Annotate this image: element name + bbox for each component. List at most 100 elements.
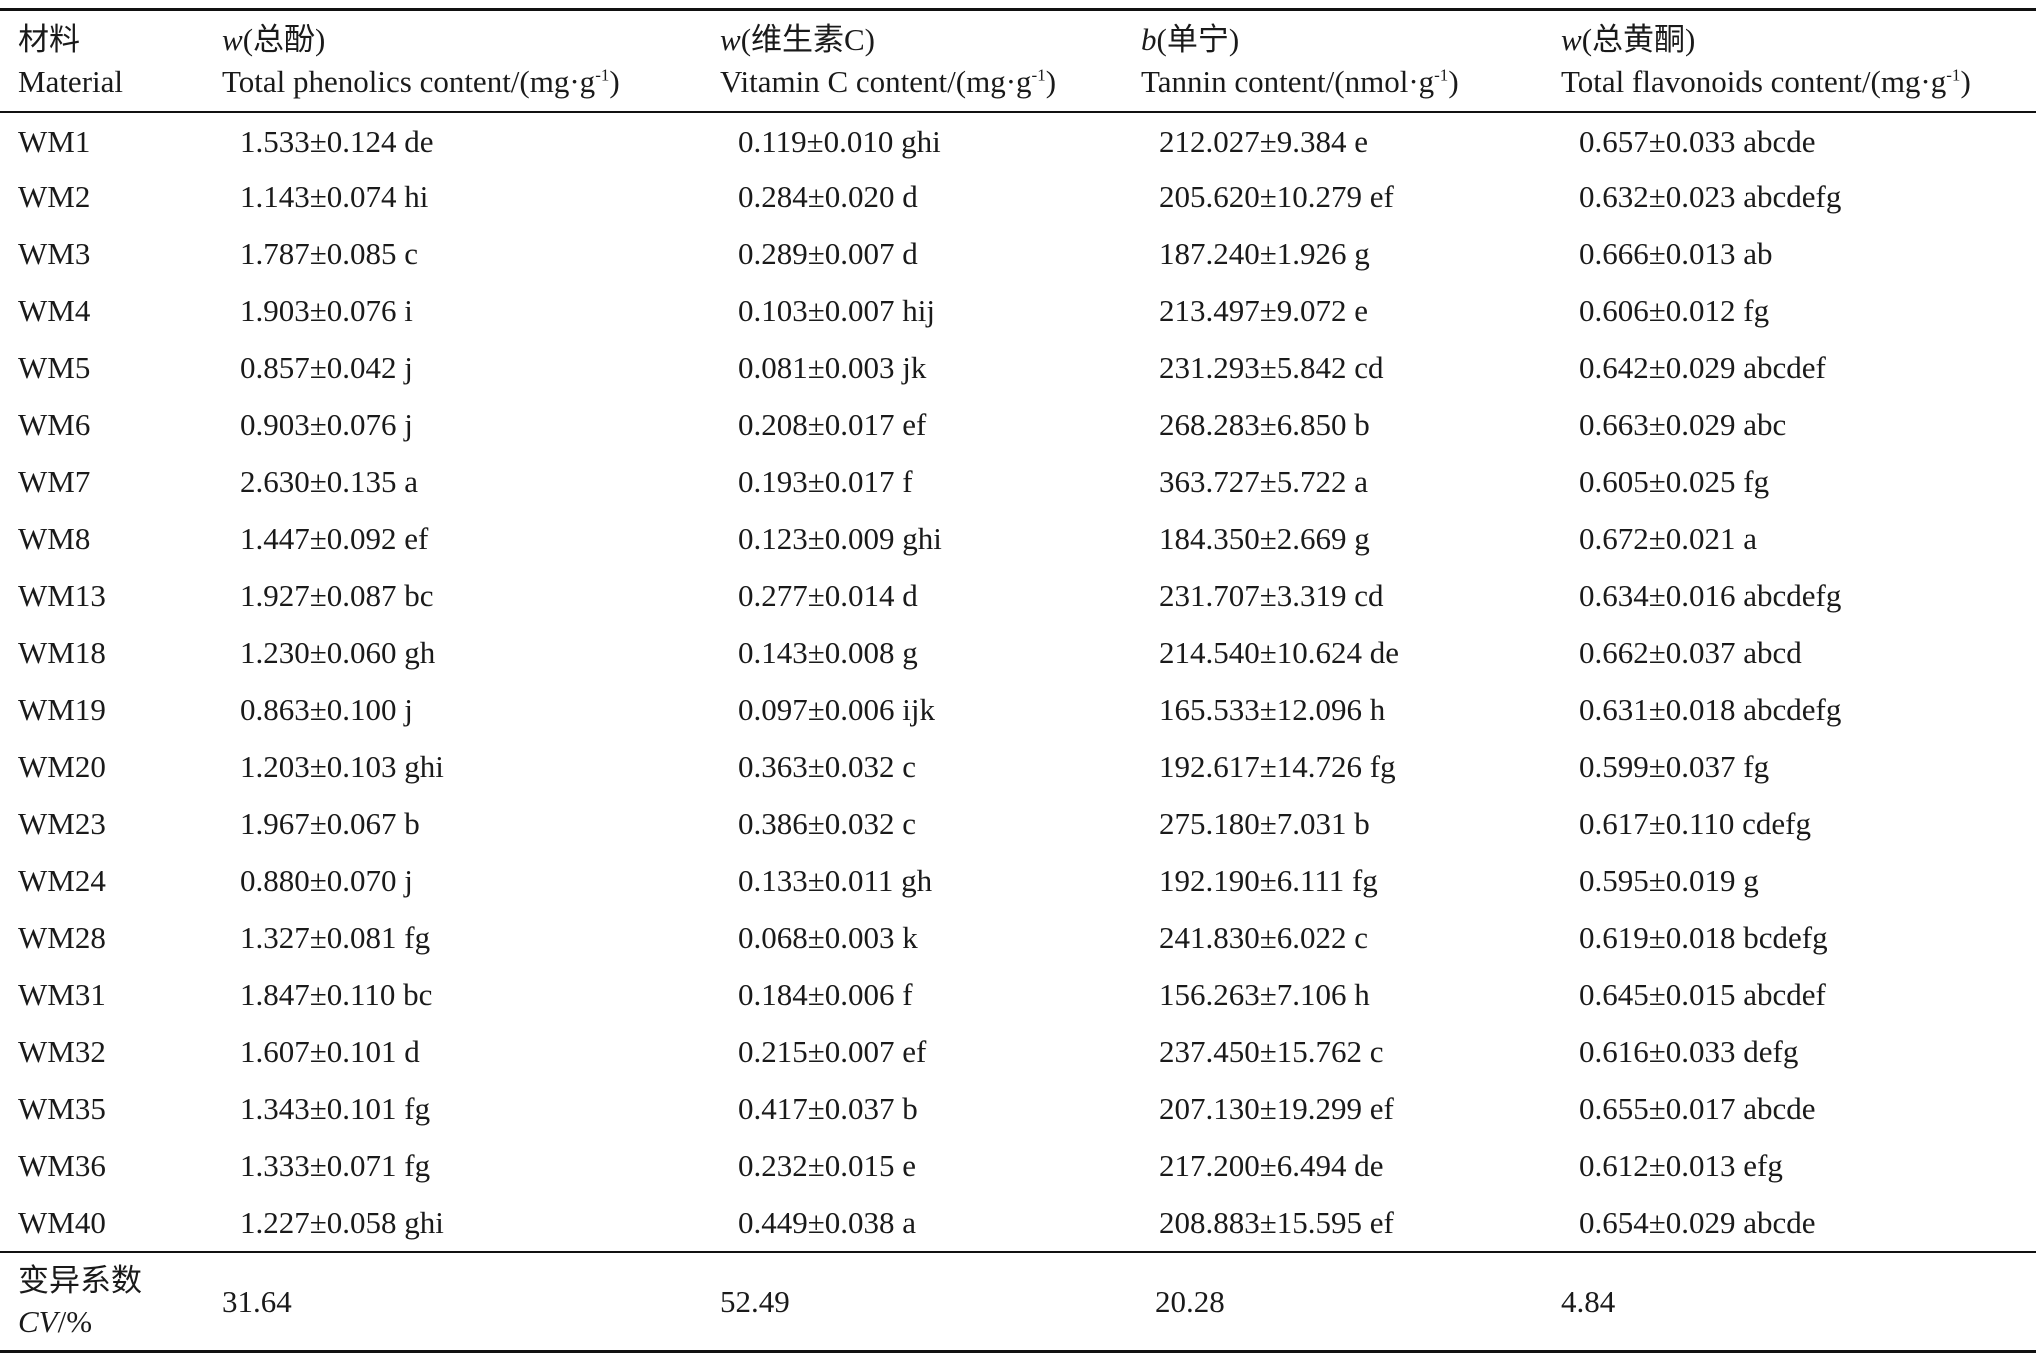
- cv-value-cell: 4.84: [1543, 1250, 2036, 1353]
- material-cell: WM7: [18, 464, 91, 500]
- material-cell: WM1: [18, 123, 91, 159]
- value-cell: 241.830±6.022 c: [1159, 920, 1369, 956]
- table-row: WM31 1.847±0.110 bc 0.184±0.006 f 156.263±7…: [0, 967, 2036, 1024]
- value-cell: 0.880±0.070 j: [240, 863, 413, 899]
- value-cell: 0.081±0.003 jk: [738, 350, 927, 386]
- value-cell: 217.200±6.494 de: [1159, 1148, 1384, 1184]
- material-cell: WM20: [18, 749, 106, 785]
- table-row: WM3 1.787±0.085 c 0.289±0.007 d 187.240±1.9…: [0, 226, 2036, 283]
- table-row: WM32 1.607±0.101 d 0.215±0.007 ef 237.450±1…: [0, 1024, 2036, 1081]
- material-cell: WM8: [18, 521, 91, 557]
- value-cell: 0.193±0.017 f: [738, 464, 913, 500]
- header-symbol: w: [222, 22, 243, 57]
- value-cell: 0.184±0.006 f: [738, 977, 913, 1013]
- material-cell: WM13: [18, 578, 106, 614]
- header-cn-text: (总黄酮): [1581, 22, 1696, 57]
- material-cell: WM28: [18, 920, 106, 956]
- value-cell: 0.632±0.023 abcdefg: [1579, 179, 1842, 215]
- footer-label-unit: /%: [57, 1304, 93, 1340]
- header-unit-tail: ): [609, 63, 620, 99]
- value-cell: 1.927±0.087 bc: [240, 578, 434, 614]
- content-table: 材料 Material w(总酚) Total phenolics content/(…: [0, 7, 2036, 1353]
- table-row: WM40 1.227±0.058 ghi 0.449±0.038 a 208.883±…: [0, 1195, 2036, 1252]
- header-en-label: Tannin content/(nmol·g-1): [1141, 61, 1543, 103]
- value-cell: 0.119±0.010 ghi: [738, 123, 941, 159]
- header-unit-superscript: -1: [1434, 65, 1449, 85]
- header-symbol: b: [1141, 22, 1157, 57]
- header-en-label: Material: [18, 61, 204, 103]
- value-cell: 0.605±0.025 fg: [1579, 464, 1770, 500]
- value-cell: 192.617±14.726 fg: [1159, 749, 1396, 785]
- header-cn-label: b(单宁): [1141, 19, 1543, 61]
- material-cell: WM31: [18, 977, 106, 1013]
- material-cell: WM24: [18, 863, 106, 899]
- value-cell: 2.630±0.135 a: [240, 464, 419, 500]
- footer-label-cn: 变异系数: [18, 1262, 142, 1298]
- header-unit: (mg·g: [519, 63, 596, 99]
- header-cn-text: (单宁): [1156, 22, 1240, 57]
- header-unit: (mg·g: [1870, 63, 1947, 99]
- table-body: WM1 1.533±0.124 de 0.119±0.010 ghi 212.027±…: [0, 112, 2036, 1252]
- header-cell: w(总黄酮) Total flavonoids content/(mg·g-1): [1543, 7, 2036, 113]
- table-row: WM4 1.903±0.076 i 0.103±0.007 hij 213.497±9…: [0, 283, 2036, 340]
- header-cn-text: (总酚): [242, 22, 326, 57]
- material-cell: WM2: [18, 179, 91, 215]
- value-cell: 0.606±0.012 fg: [1579, 293, 1770, 329]
- value-cell: 0.208±0.017 ef: [738, 407, 927, 443]
- value-cell: 0.666±0.013 ab: [1579, 236, 1773, 272]
- table-row: WM6 0.903±0.076 j 0.208±0.017 ef 268.283±6.…: [0, 397, 2036, 454]
- header-unit-tail: ): [1960, 63, 1971, 99]
- table-row: WM8 1.447±0.092 ef 0.123±0.009 ghi 184.350±…: [0, 511, 2036, 568]
- header-cn-label: 材料: [18, 19, 204, 61]
- value-cell: 0.616±0.033 defg: [1579, 1034, 1799, 1070]
- table-row: WM19 0.863±0.100 j 0.097±0.006 ijk 165.533±…: [0, 682, 2036, 739]
- material-cell: WM18: [18, 635, 106, 671]
- value-cell: 1.533±0.124 de: [240, 123, 434, 159]
- header-en-label: Total flavonoids content/(mg·g-1): [1561, 61, 2036, 103]
- table-footer: 变异系数 CV/% 31.64 52.49 20.28 4.84: [0, 1250, 2036, 1353]
- value-cell: 0.417±0.037 b: [738, 1091, 918, 1127]
- header-unit-superscript: -1: [1946, 65, 1961, 85]
- value-cell: 0.277±0.014 d: [738, 578, 918, 614]
- material-cell: WM19: [18, 692, 106, 728]
- header-en-label: Vitamin C content/(mg·g-1): [720, 61, 1123, 103]
- value-cell: 0.123±0.009 ghi: [738, 521, 942, 557]
- cv-value-cell: 20.28: [1123, 1250, 1543, 1353]
- value-cell: 1.903±0.076 i: [240, 293, 413, 329]
- header-cn-label: w(总黄酮): [1561, 19, 2036, 61]
- value-cell: 0.631±0.018 abcdefg: [1579, 692, 1842, 728]
- value-cell: 214.540±10.624 de: [1159, 635, 1400, 671]
- header-en-text: Total flavonoids content/: [1561, 63, 1871, 99]
- value-cell: 231.293±5.842 cd: [1159, 350, 1384, 386]
- header-unit-superscript: -1: [595, 65, 610, 85]
- value-cell: 0.903±0.076 j: [240, 407, 413, 443]
- header-row: 材料 Material w(总酚) Total phenolics content/(…: [0, 7, 2036, 113]
- value-cell: 1.230±0.060 gh: [240, 635, 436, 671]
- table-row: WM2 1.143±0.074 hi 0.284±0.020 d 205.620±10…: [0, 169, 2036, 226]
- header-cell: w(维生素C) Vitamin C content/(mg·g-1): [702, 7, 1123, 113]
- header-en-label: Total phenolics content/(mg·g-1): [222, 61, 702, 103]
- value-cell: 156.263±7.106 h: [1159, 977, 1370, 1013]
- header-cn-text: 材料: [18, 22, 80, 57]
- table-row: WM24 0.880±0.070 j 0.133±0.011 gh 192.190±6…: [0, 853, 2036, 910]
- value-cell: 0.617±0.110 cdefg: [1579, 806, 1811, 842]
- footer-label-cv: CV: [18, 1304, 58, 1340]
- material-cell: WM35: [18, 1091, 106, 1127]
- header-unit-superscript: -1: [1031, 65, 1046, 85]
- table-row: WM36 1.333±0.071 fg 0.232±0.015 e 217.200±6…: [0, 1138, 2036, 1195]
- value-cell: 0.595±0.019 g: [1579, 863, 1759, 899]
- value-cell: 165.533±12.096 h: [1159, 692, 1386, 728]
- value-cell: 187.240±1.926 g: [1159, 236, 1370, 272]
- value-cell: 0.068±0.003 k: [738, 920, 918, 956]
- value-cell: 207.130±19.299 ef: [1159, 1091, 1394, 1127]
- table-row: WM7 2.630±0.135 a 0.193±0.017 f 363.727±5.7…: [0, 454, 2036, 511]
- value-cell: 0.143±0.008 g: [738, 635, 918, 671]
- value-cell: 1.333±0.071 fg: [240, 1148, 431, 1184]
- header-unit: (nmol·g: [1334, 63, 1435, 99]
- material-cell: WM3: [18, 236, 91, 272]
- header-unit-tail: ): [1045, 63, 1057, 99]
- value-cell: 0.599±0.037 fg: [1579, 749, 1770, 785]
- value-cell: 1.607±0.101 d: [240, 1034, 420, 1070]
- header-cell: 材料 Material: [0, 7, 204, 113]
- header-en-text: Vitamin C content/: [720, 63, 956, 99]
